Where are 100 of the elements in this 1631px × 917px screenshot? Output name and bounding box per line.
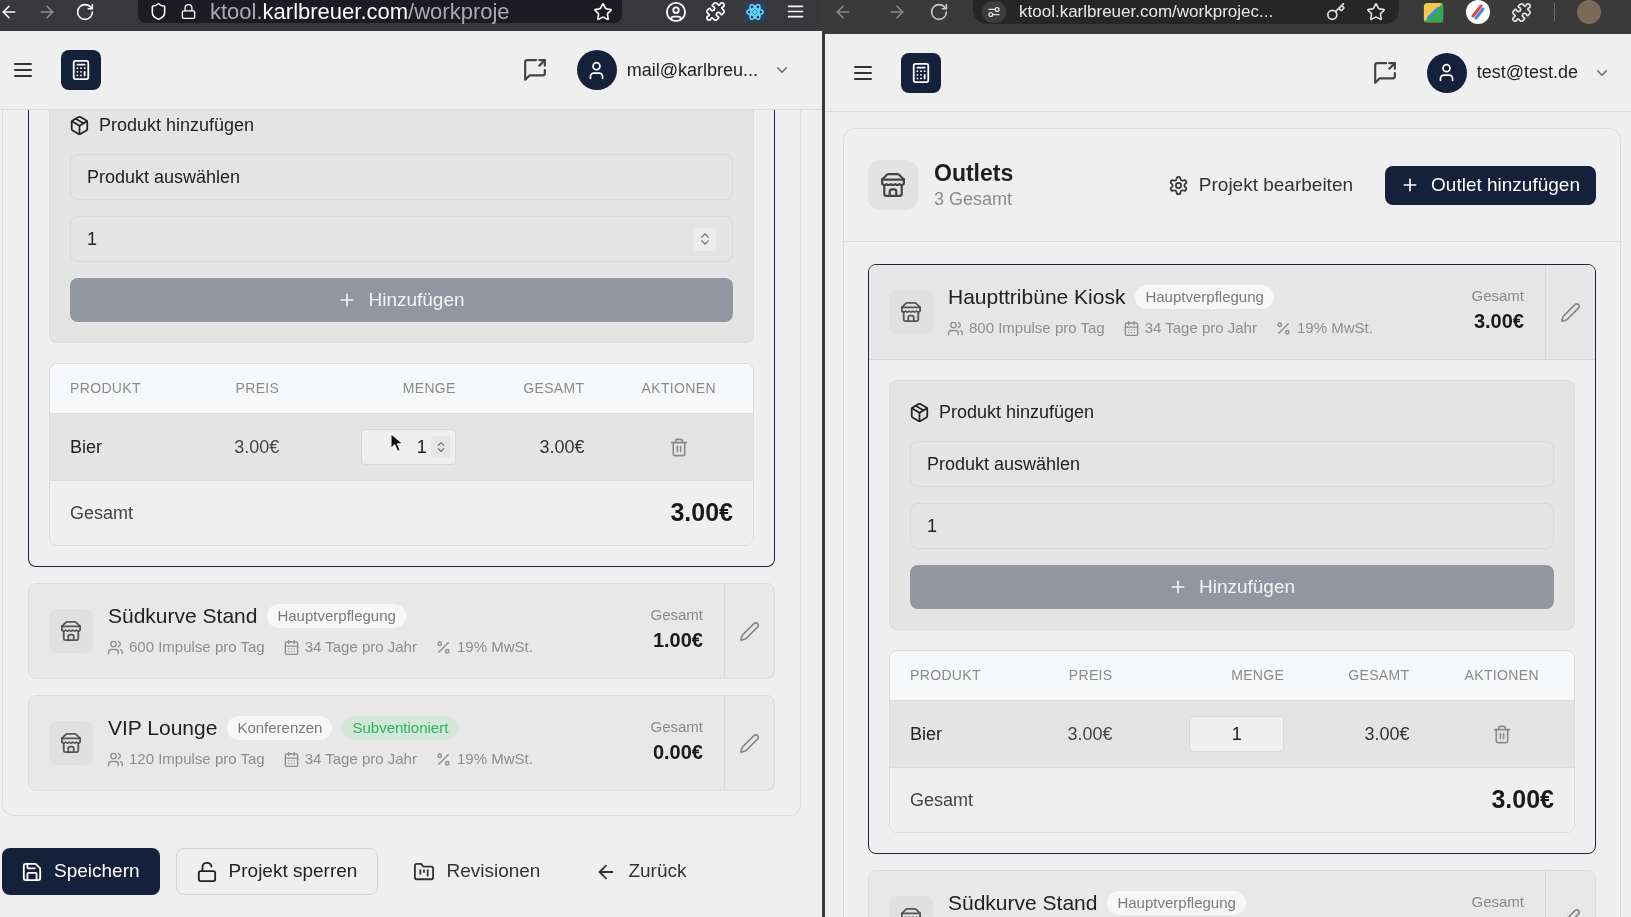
percent-icon <box>435 751 451 767</box>
mouse-pointer-icon <box>389 433 404 452</box>
pencil-icon[interactable] <box>740 733 759 753</box>
calendar-icon <box>283 639 299 655</box>
chat-share-icon[interactable] <box>1372 60 1397 85</box>
menu-icon[interactable] <box>786 2 805 21</box>
column-header: PRODUKT <box>910 666 981 685</box>
store-icon <box>49 721 93 765</box>
up-down-arrows-icon[interactable] <box>430 436 451 458</box>
column-header: MENGE <box>1231 666 1285 685</box>
user-email[interactable]: mail@karlbreu... <box>626 56 758 84</box>
percent-icon <box>1275 320 1291 336</box>
outlet-card-expanded[interactable] <box>868 264 1596 854</box>
total-label: Gesamt <box>1471 892 1524 912</box>
column-header: PREIS <box>235 379 280 398</box>
account-icon[interactable] <box>666 1 686 22</box>
outlet-name: Südkurve Stand <box>948 891 1098 915</box>
total-amount: 0.00€ <box>652 740 703 765</box>
forward-arrow-icon[interactable] <box>888 3 906 21</box>
column-header: AKTIONEN <box>641 379 716 398</box>
quantity-field[interactable]: 1 <box>70 216 733 262</box>
quantity-field[interactable]: 1 <box>1189 716 1285 752</box>
trash-icon[interactable] <box>669 437 688 457</box>
address-bar[interactable]: ktool.karlbreuer.com/workprojec... <box>973 0 1399 24</box>
key-icon[interactable] <box>1327 3 1345 21</box>
column-header: GESAMT <box>1348 666 1410 685</box>
outlet-tag: Hauptverpflegung <box>1135 285 1274 309</box>
pencil-icon[interactable] <box>1561 302 1580 322</box>
outlet-stat: 600 Impulse pro Tag <box>129 638 265 656</box>
store-icon <box>889 290 933 334</box>
action-button[interactable]: Projekt sperren <box>175 848 379 895</box>
outlet-card[interactable]: VIP Lounge Konferenzen Subventioniert 120 Impulse pro Tag 34 Tage pro Jahr 19% MwSt. Gesamt 0.00€ <box>28 695 775 791</box>
percent-icon <box>435 639 451 655</box>
outlet-card[interactable]: Südkurve Stand Hauptverpflegung Gesamt <box>868 870 1596 917</box>
package-icon <box>910 402 929 422</box>
calculator-logo-icon[interactable] <box>61 50 101 90</box>
lock-open-icon <box>196 861 217 882</box>
user-avatar-icon[interactable] <box>1426 52 1467 93</box>
quantity-field[interactable]: 1 <box>910 503 1554 549</box>
address-bar[interactable]: ktool.karlbreuer.com/workproje <box>138 0 622 23</box>
action-button[interactable]: Revisionen <box>394 848 561 895</box>
pencil-icon[interactable] <box>740 621 759 641</box>
star-icon[interactable] <box>1367 3 1385 21</box>
add-outlet-button[interactable]: Outlet hinzufügen <box>1385 165 1596 205</box>
outlet-stat: 34 Tage pro Jahr <box>304 750 417 768</box>
trash-icon[interactable] <box>1492 724 1511 744</box>
reload-icon[interactable] <box>930 3 948 21</box>
outlet-name: VIP Lounge <box>108 716 218 740</box>
total-label: Gesamt <box>1471 286 1524 306</box>
users-icon <box>108 639 123 655</box>
outlet-stat: 800 Impulse pro Tag <box>969 319 1105 337</box>
outlet-name: Haupttribüne Kiosk <box>948 285 1126 309</box>
chat-share-icon[interactable] <box>522 58 547 82</box>
total-amount: 1.00€ <box>652 628 703 653</box>
table-cell-text: Bier <box>910 722 942 746</box>
product-select[interactable]: Produkt auswählen <box>910 441 1554 487</box>
extension-icon[interactable] <box>1512 2 1531 22</box>
package-icon <box>70 115 89 135</box>
table-cell-text: 3.00€ <box>1364 722 1410 746</box>
table-cell-text: 3.00€ <box>1067 722 1113 746</box>
total-label: Gesamt <box>910 788 974 812</box>
outlet-card-expanded[interactable]: Produkt hinzufügen Produkt auswählen 1 Hinzufügen PRODUKT PREIS MENGE GESAMT AKTIONEN Bier 3.00€ 1 3.00€ Gesamt 3.00€ <box>28 110 775 567</box>
outlet-stat: 34 Tage pro Jahr <box>1144 319 1257 337</box>
shield-icon <box>150 3 167 20</box>
site-settings-icon[interactable] <box>982 1 1006 23</box>
settings-icon <box>1168 175 1188 195</box>
outlet-stat: 19% MwSt. <box>456 750 533 768</box>
column-header: PRODUKT <box>70 379 141 398</box>
outlet-stat: 120 Impulse pro Tag <box>129 750 265 768</box>
outlet-tag: Hauptverpflegung <box>267 604 406 628</box>
calculator-logo-icon[interactable] <box>901 52 941 93</box>
total-label: Gesamt <box>650 717 703 737</box>
folder-chart-icon <box>414 861 435 882</box>
save-icon <box>22 861 42 882</box>
column-header: PREIS <box>1068 666 1113 685</box>
section-title: Produkt hinzufügen <box>99 113 255 137</box>
action-button[interactable]: Zurück <box>576 848 707 895</box>
app-tile-icon[interactable] <box>1423 1 1444 23</box>
section-title: Produkt hinzufügen <box>939 400 1095 424</box>
user-avatar-icon[interactable] <box>576 50 617 90</box>
calendar-icon <box>283 751 299 767</box>
round-app-icon[interactable] <box>1466 0 1490 24</box>
calendar-icon <box>1123 320 1139 336</box>
store-icon <box>868 160 918 210</box>
product-select[interactable]: Produkt auswählen <box>70 154 733 200</box>
user-email[interactable]: test@test.de <box>1476 59 1578 86</box>
atom-icon[interactable] <box>744 1 766 22</box>
lock-icon <box>181 4 196 19</box>
outlet-card[interactable]: Südkurve Stand Hauptverpflegung 600 Impulse pro Tag 34 Tage pro Jahr 19% MwSt. Gesamt 1.00€ <box>28 583 775 679</box>
total-amount: 3.00€ <box>670 497 733 529</box>
total-amount: 3.00€ <box>1473 309 1524 334</box>
edit-project-button[interactable]: Projekt bearbeiten <box>1160 165 1362 205</box>
store-icon <box>49 609 93 653</box>
quantity-field[interactable]: 1 <box>360 429 456 465</box>
action-button[interactable]: Speichern <box>2 848 160 895</box>
users-icon <box>108 751 123 767</box>
total-label: Gesamt <box>70 501 134 525</box>
table-cell-text: Bier <box>70 435 102 459</box>
up-down-arrows-icon[interactable] <box>693 227 716 251</box>
outlet-tag: Konferenzen <box>227 716 333 740</box>
